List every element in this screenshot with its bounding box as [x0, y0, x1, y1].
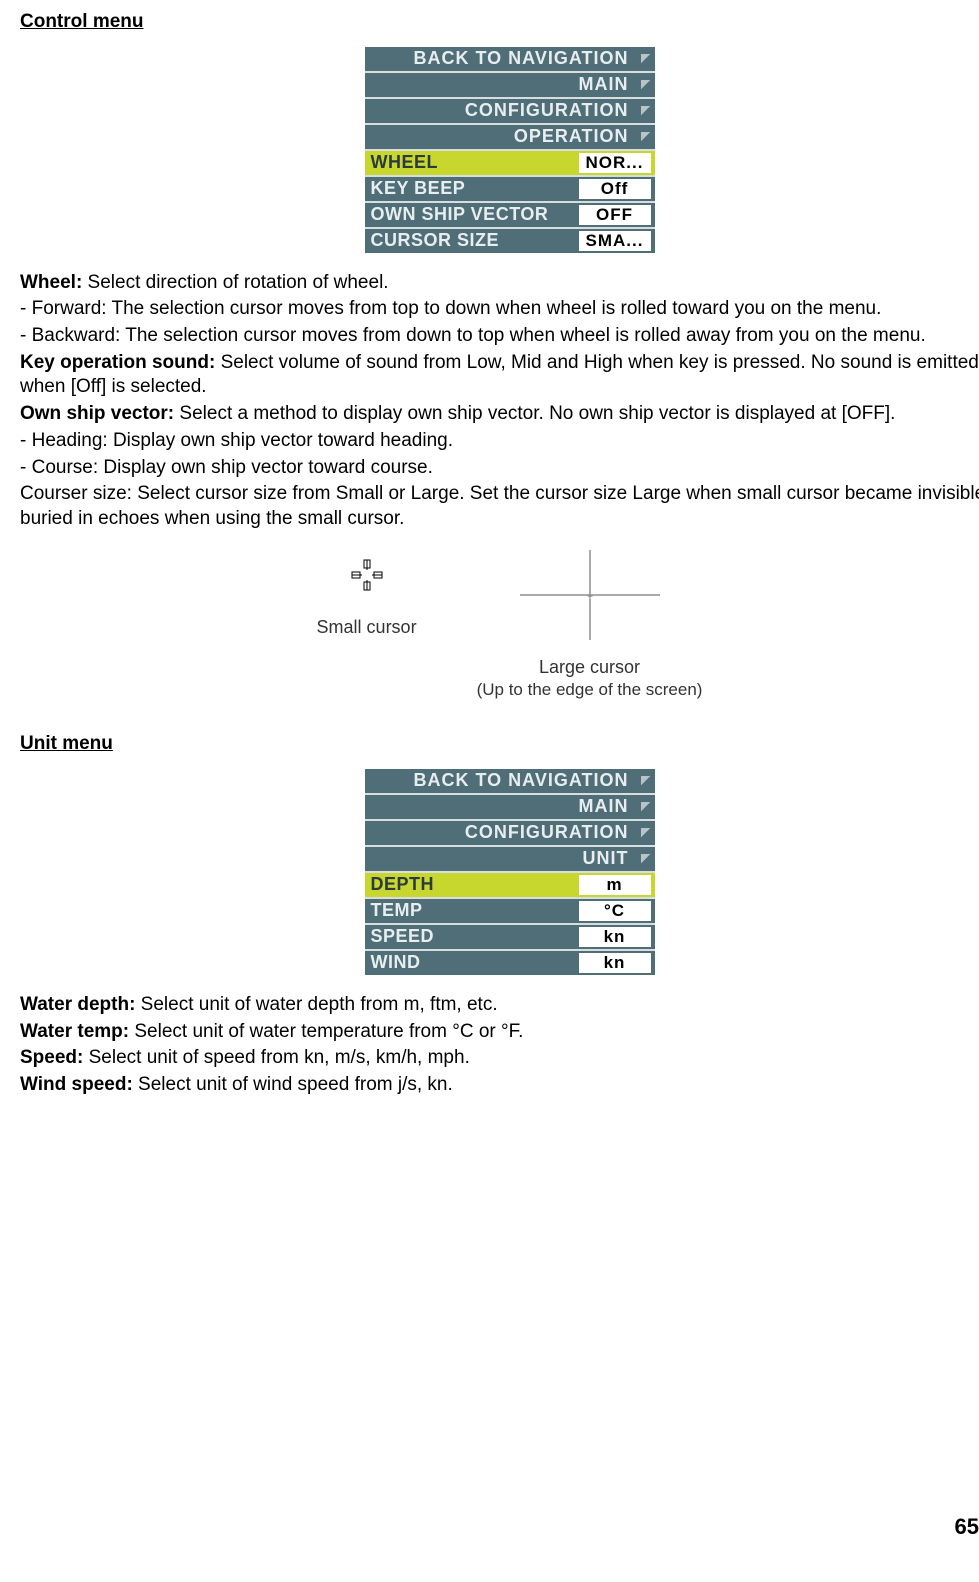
menu-nav-label: BACK TO NAVIGATION: [371, 769, 635, 792]
body-text: Speed: Select unit of speed from kn, m/s…: [20, 1046, 979, 1071]
large-cursor-col: + Large cursor (Up to the edge of the sc…: [477, 550, 703, 702]
text: Select a method to display own ship vect…: [174, 403, 895, 424]
text: Select unit of water depth from m, ftm, …: [135, 994, 497, 1015]
section-heading-control: Control menu: [20, 10, 979, 35]
body-text: Wind speed: Select unit of wind speed fr…: [20, 1073, 979, 1098]
submenu-icon: [641, 132, 651, 142]
menu-item-label: SPEED: [371, 925, 579, 948]
cursor-size-figure: Small cursor + Large cursor (Up to the e…: [20, 550, 979, 702]
small-cursor-icon: [342, 550, 392, 600]
text: Select unit of wind speed from j/s, kn.: [133, 1074, 453, 1095]
menu-nav-label: BACK TO NAVIGATION: [371, 47, 635, 70]
menu-item-wind: WIND kn: [365, 951, 655, 975]
body-text: - Course: Display own ship vector toward…: [20, 456, 979, 481]
menu-item-wheel: WHEEL NOR...: [365, 151, 655, 177]
menu-item-label: CURSOR SIZE: [371, 229, 579, 252]
body-text: Wheel: Select direction of rotation of w…: [20, 271, 979, 296]
menu-item-value: SMA...: [579, 231, 651, 251]
body-text: - Heading: Display own ship vector towar…: [20, 429, 979, 454]
menu-item-keybeep: KEY BEEP Off: [365, 177, 655, 203]
submenu-icon: [641, 106, 651, 116]
submenu-icon: [641, 776, 651, 786]
term-speed: Speed:: [20, 1047, 83, 1068]
menu-item-label: WHEEL: [371, 151, 579, 174]
large-cursor-icon: +: [520, 550, 660, 640]
menu-item-label: TEMP: [371, 899, 579, 922]
menu-nav-row: MAIN: [365, 795, 655, 821]
body-text: - Backward: The selection cursor moves f…: [20, 324, 979, 349]
menu-item-value: °C: [579, 901, 651, 921]
body-text: Water depth: Select unit of water depth …: [20, 993, 979, 1018]
body-text: Key operation sound: Select volume of so…: [20, 351, 979, 400]
menu-item-value: NOR...: [579, 153, 651, 173]
menu-nav-label: OPERATION: [371, 125, 635, 148]
menu-nav-row: UNIT: [365, 847, 655, 873]
large-cursor-caption: Large cursor: [477, 656, 703, 679]
menu-nav-row: MAIN: [365, 73, 655, 99]
menu-item-depth: DEPTH m: [365, 873, 655, 899]
submenu-icon: [641, 54, 651, 64]
menu-nav-label: MAIN: [371, 795, 635, 818]
menu-nav-row: BACK TO NAVIGATION: [365, 769, 655, 795]
term-osv: Own ship vector:: [20, 403, 174, 424]
small-cursor-col: Small cursor: [317, 550, 417, 640]
menu-item-value: m: [579, 875, 651, 895]
body-text: - Forward: The selection cursor moves fr…: [20, 297, 979, 322]
menu-item-label: OWN SHIP VECTOR: [371, 203, 579, 226]
menu-item-value: kn: [579, 927, 651, 947]
control-menu-screenshot: BACK TO NAVIGATION MAIN CONFIGURATION OP…: [365, 47, 655, 253]
menu-nav-row: CONFIGURATION: [365, 99, 655, 125]
menu-item-temp: TEMP °C: [365, 899, 655, 925]
text: Select direction of rotation of wheel.: [82, 272, 388, 293]
menu-nav-row: CONFIGURATION: [365, 821, 655, 847]
submenu-icon: [641, 854, 651, 864]
term-depth: Water depth:: [20, 994, 135, 1015]
submenu-icon: [641, 80, 651, 90]
text: Select unit of water temperature from °C…: [129, 1021, 523, 1042]
section-heading-unit: Unit menu: [20, 732, 979, 757]
menu-item-cursorsize: CURSOR SIZE SMA...: [365, 229, 655, 253]
menu-nav-label: MAIN: [371, 73, 635, 96]
body-text: Water temp: Select unit of water tempera…: [20, 1020, 979, 1045]
submenu-icon: [641, 828, 651, 838]
term-keybeep: Key operation sound:: [20, 352, 215, 373]
menu-item-speed: SPEED kn: [365, 925, 655, 951]
small-cursor-caption: Small cursor: [317, 616, 417, 639]
svg-text:+: +: [587, 592, 593, 603]
term-wheel: Wheel:: [20, 272, 82, 293]
submenu-icon: [641, 802, 651, 812]
menu-item-value: OFF: [579, 205, 651, 225]
menu-nav-row: BACK TO NAVIGATION: [365, 47, 655, 73]
menu-item-value: Off: [579, 179, 651, 199]
menu-nav-label: CONFIGURATION: [371, 821, 635, 844]
menu-item-label: KEY BEEP: [371, 177, 579, 200]
page-number: 65: [955, 1513, 979, 1542]
body-text: Own ship vector: Select a method to disp…: [20, 402, 979, 427]
menu-nav-label: UNIT: [371, 847, 635, 870]
menu-nav-row: OPERATION: [365, 125, 655, 151]
term-wind: Wind speed:: [20, 1074, 133, 1095]
unit-menu-screenshot: BACK TO NAVIGATION MAIN CONFIGURATION UN…: [365, 769, 655, 975]
menu-nav-label: CONFIGURATION: [371, 99, 635, 122]
term-temp: Water temp:: [20, 1021, 129, 1042]
body-text: Courser size: Select cursor size from Sm…: [20, 482, 979, 531]
menu-item-label: WIND: [371, 951, 579, 974]
menu-item-label: DEPTH: [371, 873, 579, 896]
menu-item-value: kn: [579, 953, 651, 973]
menu-item-ownshipvector: OWN SHIP VECTOR OFF: [365, 203, 655, 229]
text: Select unit of speed from kn, m/s, km/h,…: [83, 1047, 470, 1068]
large-cursor-subcaption: (Up to the edge of the screen): [477, 679, 703, 701]
